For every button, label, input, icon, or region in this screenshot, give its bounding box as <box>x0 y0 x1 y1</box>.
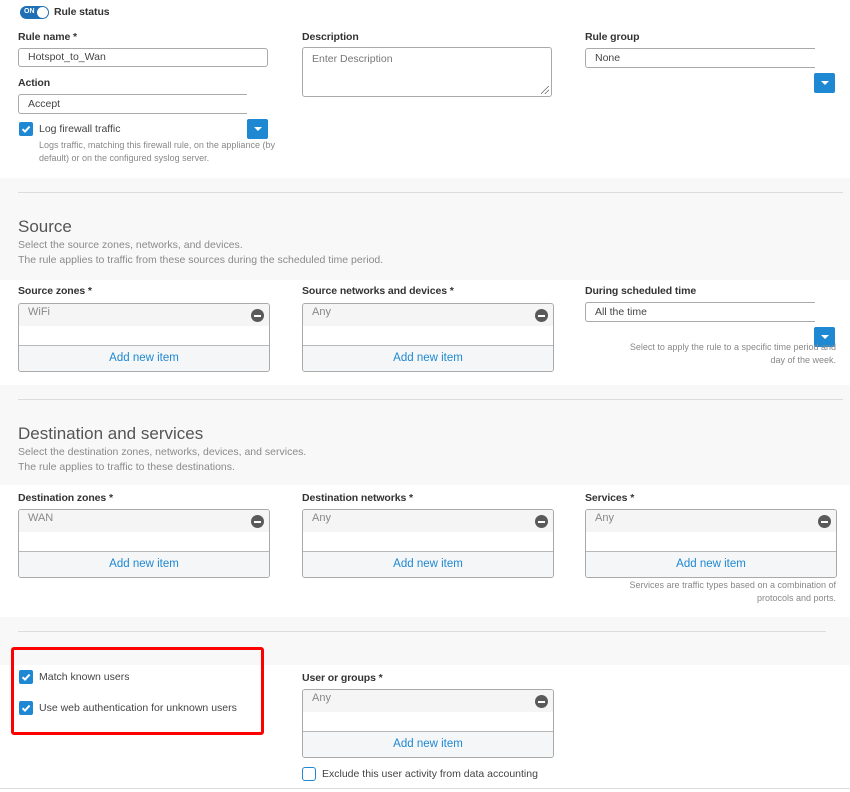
exclude-accounting-checkbox[interactable] <box>302 767 316 781</box>
source-desc-line1: Select the source zones, networks, and d… <box>18 239 243 251</box>
list-item-text: Any <box>312 306 331 318</box>
destination-description: Select the destination zones, networks, … <box>18 445 306 475</box>
list-item-text: WAN <box>28 512 54 524</box>
divider <box>18 399 843 400</box>
user-groups-label: User or groups * <box>302 672 383 684</box>
remove-icon[interactable] <box>251 309 264 322</box>
user-groups-list: Any Add new item <box>302 689 554 758</box>
list-item: WAN <box>19 510 269 532</box>
add-new-item-button[interactable]: Add new item <box>303 345 553 371</box>
add-new-item-button[interactable]: Add new item <box>303 731 553 757</box>
source-title: Source <box>18 217 72 236</box>
schedule-label: During scheduled time <box>585 285 697 297</box>
source-desc-line2: The rule applies to traffic from these s… <box>18 254 384 266</box>
chevron-down-icon <box>820 335 829 339</box>
list-item-text: Any <box>312 692 331 704</box>
log-traffic-help-line2: default) or on the configured syslog ser… <box>39 153 210 163</box>
list-item-text: Any <box>595 512 614 524</box>
resize-handle-icon[interactable] <box>541 86 549 94</box>
description-label: Description <box>302 31 359 43</box>
chevron-down-icon <box>820 81 829 85</box>
highlight-annotation-box <box>11 647 264 735</box>
log-traffic-help: Logs traffic, matching this firewall rul… <box>39 139 275 165</box>
rule-name-label: Rule name * <box>18 31 78 43</box>
divider <box>18 192 843 193</box>
list-item: Any <box>303 304 553 326</box>
remove-icon[interactable] <box>535 309 548 322</box>
destination-desc-line2: The rule applies to traffic to these des… <box>18 461 235 473</box>
schedule-select[interactable]: All the time <box>585 302 815 322</box>
add-new-item-button[interactable]: Add new item <box>586 551 836 577</box>
services-help: Services are traffic types based on a co… <box>560 579 836 605</box>
services-list: Any Add new item <box>585 509 837 578</box>
list-item: Any <box>303 510 553 532</box>
rule-name-input[interactable]: Hotspot_to_Wan <box>18 48 268 67</box>
rule-group-dropdown-button[interactable] <box>814 73 835 93</box>
chevron-down-icon <box>253 127 262 131</box>
action-select[interactable]: Accept <box>18 94 247 114</box>
action-label: Action <box>18 77 51 89</box>
remove-icon[interactable] <box>818 515 831 528</box>
description-textarea[interactable]: Enter Description <box>302 47 552 97</box>
services-help-line1: Services are traffic types based on a co… <box>629 580 836 590</box>
destination-networks-label: Destination networks * <box>302 492 413 504</box>
divider <box>18 631 826 632</box>
toggle-knob <box>37 7 48 18</box>
source-networks-list: Any Add new item <box>302 303 554 372</box>
services-help-line2: protocols and ports. <box>756 593 836 603</box>
schedule-help-line1: Select to apply the rule to a specific t… <box>629 342 836 352</box>
schedule-help: Select to apply the rule to a specific t… <box>560 341 836 367</box>
source-networks-label: Source networks and devices * <box>302 285 454 297</box>
remove-icon[interactable] <box>251 515 264 528</box>
list-item: WiFi <box>19 304 269 326</box>
description-placeholder: Enter Description <box>312 53 393 65</box>
log-traffic-checkbox[interactable] <box>19 122 33 136</box>
source-zones-list: WiFi Add new item <box>18 303 270 372</box>
log-traffic-label: Log firewall traffic <box>39 123 121 135</box>
rule-group-select[interactable]: None <box>585 48 815 68</box>
list-item-text: WiFi <box>28 306 50 318</box>
destination-desc-line1: Select the destination zones, networks, … <box>18 446 307 458</box>
toggle-on-text: ON <box>24 8 35 15</box>
destination-title: Destination and services <box>18 424 204 443</box>
rule-status-toggle[interactable]: ON <box>20 6 49 19</box>
source-zones-label: Source zones * <box>18 285 92 297</box>
source-description: Select the source zones, networks, and d… <box>18 238 383 268</box>
action-dropdown-button[interactable] <box>247 119 268 139</box>
list-item: Any <box>586 510 836 532</box>
log-traffic-help-line1: Logs traffic, matching this firewall rul… <box>39 140 275 150</box>
rule-status-label: Rule status <box>54 6 110 18</box>
destination-networks-list: Any Add new item <box>302 509 554 578</box>
add-new-item-button[interactable]: Add new item <box>19 551 269 577</box>
destination-zones-list: WAN Add new item <box>18 509 270 578</box>
services-label: Services * <box>585 492 635 504</box>
checkmark-icon <box>21 125 31 134</box>
remove-icon[interactable] <box>535 695 548 708</box>
add-new-item-button[interactable]: Add new item <box>19 345 269 371</box>
list-item: Any <box>303 690 553 712</box>
rule-group-label: Rule group <box>585 31 640 43</box>
schedule-help-line2: day of the week. <box>770 355 836 365</box>
exclude-accounting-label: Exclude this user activity from data acc… <box>322 768 538 780</box>
destination-zones-label: Destination zones * <box>18 492 113 504</box>
list-item-text: Any <box>312 512 331 524</box>
remove-icon[interactable] <box>535 515 548 528</box>
add-new-item-button[interactable]: Add new item <box>303 551 553 577</box>
